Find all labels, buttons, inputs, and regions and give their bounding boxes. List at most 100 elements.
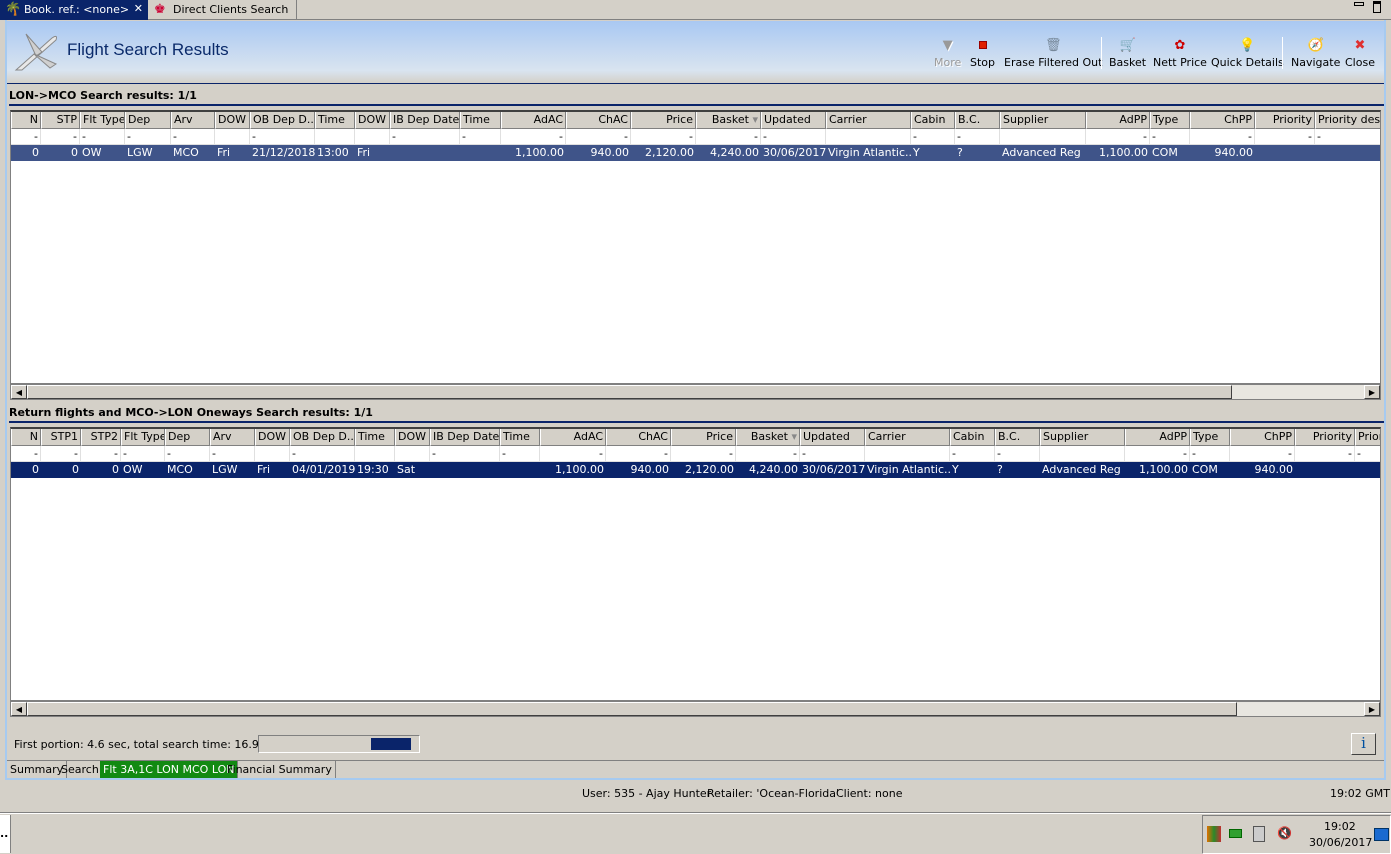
- table-cell[interactable]: -: [911, 129, 955, 145]
- scroll-right-button[interactable]: ▶: [1364, 385, 1380, 399]
- table-row[interactable]: 0 0 OW LGW MCO Fri 21/12/2018 13:00 Fri 1,100.00 9…: [11, 145, 1380, 161]
- table-cell[interactable]: -: [671, 446, 736, 462]
- column-header[interactable]: B.C.: [955, 112, 1000, 129]
- column-header[interactable]: Supplier: [1000, 112, 1086, 129]
- table-cell[interactable]: -: [11, 129, 41, 145]
- table-cell[interactable]: -: [80, 129, 125, 145]
- bottom-tab-flight[interactable]: Flt 3A,1C LON MCO LON: [100, 761, 239, 778]
- table-cell[interactable]: -: [165, 446, 210, 462]
- column-header[interactable]: Dep: [165, 429, 210, 446]
- table-cell[interactable]: -: [125, 129, 171, 145]
- quick-details-button[interactable]: 💡 Quick Details: [1211, 38, 1284, 69]
- column-header[interactable]: STP1: [41, 429, 81, 446]
- column-header[interactable]: B.C.: [995, 429, 1040, 446]
- table-cell[interactable]: [355, 129, 390, 145]
- antivirus-icon[interactable]: [1207, 826, 1221, 842]
- column-header[interactable]: Price: [631, 112, 696, 129]
- scroll-thumb[interactable]: [27, 702, 1237, 716]
- column-header[interactable]: OB Dep D...: [290, 429, 355, 446]
- scroll-thumb[interactable]: [27, 385, 1232, 399]
- table-cell[interactable]: -: [460, 129, 501, 145]
- stop-button[interactable]: Stop: [970, 38, 995, 69]
- column-header[interactable]: AdAC: [540, 429, 606, 446]
- column-header[interactable]: Time: [500, 429, 540, 446]
- taskbar-button[interactable]: ..: [0, 815, 11, 853]
- table-cell[interactable]: -: [696, 129, 761, 145]
- table-cell[interactable]: [395, 446, 430, 462]
- table-cell[interactable]: -: [955, 129, 1000, 145]
- tab-booking[interactable]: 🌴 Book. ref.: <none> ✕: [0, 0, 148, 20]
- scroll-left-button[interactable]: ◀: [11, 385, 27, 399]
- table-cell[interactable]: -: [1125, 446, 1190, 462]
- column-header[interactable]: Cabin: [911, 112, 955, 129]
- table-cell[interactable]: -: [995, 446, 1040, 462]
- table-cell[interactable]: -: [800, 446, 865, 462]
- table-cell[interactable]: -: [1255, 129, 1315, 145]
- clock-date[interactable]: 30/06/2017: [1309, 836, 1372, 849]
- table-cell[interactable]: -: [1295, 446, 1355, 462]
- column-header[interactable]: Time: [460, 112, 501, 129]
- basket-button[interactable]: 🛒 Basket: [1109, 38, 1146, 69]
- bottom-tab-financial-summary[interactable]: Financial Summary: [224, 761, 336, 778]
- more-button[interactable]: ▼ More: [934, 38, 961, 69]
- column-header[interactable]: N: [11, 429, 41, 446]
- navigate-button[interactable]: 🧭 Navigate: [1291, 38, 1340, 69]
- table-cell[interactable]: -: [171, 129, 215, 145]
- table-cell[interactable]: -: [606, 446, 671, 462]
- close-button[interactable]: ✖ Close: [1345, 38, 1375, 69]
- table-cell[interactable]: [315, 129, 355, 145]
- column-header[interactable]: Cabin: [950, 429, 995, 446]
- table-cell[interactable]: -: [1190, 129, 1255, 145]
- column-header[interactable]: DOW: [395, 429, 430, 446]
- table-cell[interactable]: -: [11, 446, 41, 462]
- table-cell[interactable]: -: [430, 446, 500, 462]
- column-header[interactable]: Price: [671, 429, 736, 446]
- table-cell[interactable]: -: [950, 446, 995, 462]
- table-cell[interactable]: -: [390, 129, 460, 145]
- column-header[interactable]: Updated: [800, 429, 865, 446]
- table-cell[interactable]: [255, 446, 290, 462]
- scroll-right-button[interactable]: ▶: [1364, 702, 1380, 716]
- table-cell[interactable]: -: [1150, 129, 1190, 145]
- column-header[interactable]: Priority descr: [1315, 112, 1380, 129]
- network-icon[interactable]: [1253, 826, 1265, 842]
- column-header[interactable]: Flt Type: [80, 112, 125, 129]
- column-header[interactable]: Time: [355, 429, 395, 446]
- table-cell[interactable]: [215, 129, 250, 145]
- column-header[interactable]: Type: [1190, 429, 1230, 446]
- column-header[interactable]: Updated: [761, 112, 826, 129]
- table-cell[interactable]: [865, 446, 950, 462]
- column-header[interactable]: Type: [1150, 112, 1190, 129]
- table-cell[interactable]: -: [631, 129, 696, 145]
- network-card-icon[interactable]: [1229, 829, 1242, 838]
- table-row[interactable]: 0 0 0 OW MCO LGW Fri 04/01/2019 19:30 Sat 1,100.00…: [11, 462, 1380, 478]
- column-header[interactable]: Prior: [1355, 429, 1380, 446]
- column-header[interactable]: Dep: [125, 112, 171, 129]
- column-header[interactable]: Arv: [171, 112, 215, 129]
- header-row[interactable]: N STP1 STP2 Flt Type Dep Arv DOW OB Dep D... Tim…: [11, 429, 1380, 446]
- erase-filtered-out-button[interactable]: 🗑 Erase Filtered Out: [1004, 38, 1102, 69]
- table-cell[interactable]: -: [1086, 129, 1150, 145]
- table-cell[interactable]: -: [500, 446, 540, 462]
- table-cell[interactable]: [1000, 129, 1086, 145]
- column-header[interactable]: Basket ▾: [736, 429, 800, 446]
- filter-row[interactable]: ---------------------: [11, 446, 1380, 462]
- table-cell[interactable]: -: [210, 446, 255, 462]
- table-cell[interactable]: -: [290, 446, 355, 462]
- bottom-tab-search[interactable]: Search: [58, 761, 103, 778]
- table-cell[interactable]: -: [41, 446, 81, 462]
- column-header[interactable]: STP2: [81, 429, 121, 446]
- column-header[interactable]: OB Dep D...: [250, 112, 315, 129]
- table-cell[interactable]: -: [566, 129, 631, 145]
- table-cell[interactable]: [355, 446, 395, 462]
- table-cell[interactable]: -: [761, 129, 826, 145]
- table-cell[interactable]: -: [41, 129, 80, 145]
- column-header[interactable]: Carrier: [865, 429, 950, 446]
- column-header[interactable]: IB Dep Date: [430, 429, 500, 446]
- table-cell[interactable]: -: [121, 446, 165, 462]
- column-header[interactable]: Supplier: [1040, 429, 1125, 446]
- show-desktop-icon[interactable]: [1374, 828, 1389, 841]
- header-row[interactable]: N STP Flt Type Dep Arv DOW OB Dep D... Time DOW I…: [11, 112, 1380, 129]
- table-cell[interactable]: -: [501, 129, 566, 145]
- table-cell[interactable]: -: [1190, 446, 1230, 462]
